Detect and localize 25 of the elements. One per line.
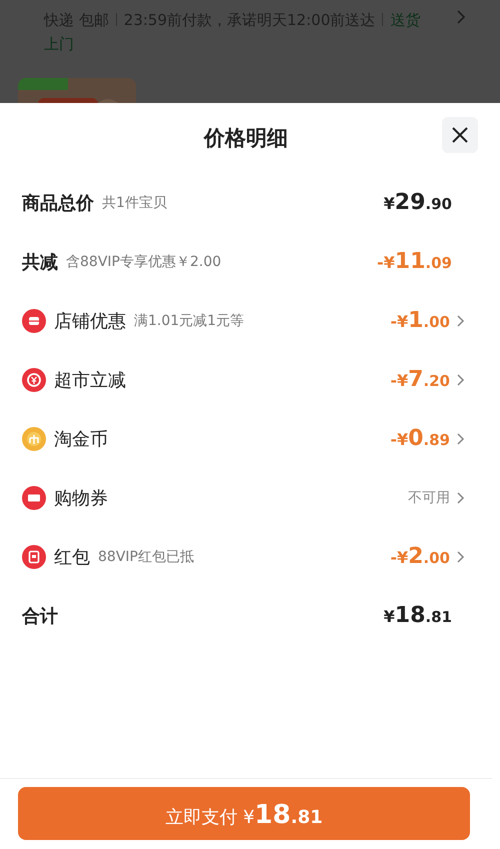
pay-button[interactable]: 立即支付 ¥18.81 xyxy=(18,787,470,840)
chevron-icon xyxy=(456,10,466,24)
amount: -¥0.89 xyxy=(390,426,450,451)
status-text: 不可用 xyxy=(408,488,450,506)
amount: -¥1.00 xyxy=(390,308,450,333)
row-label: 共减 xyxy=(22,250,58,274)
row-note: 含88VIP专享优惠￥2.00 xyxy=(66,252,222,270)
row-label: 红包 xyxy=(54,546,90,568)
row-label: 合计 xyxy=(22,604,58,628)
row-label: 购物券 xyxy=(54,486,108,510)
amount: ¥18.81 xyxy=(384,603,452,628)
close-icon xyxy=(451,126,469,144)
amount: -¥2.00 xyxy=(390,544,450,569)
row-label: 店铺优惠 xyxy=(54,310,126,332)
amount: -¥7.20 xyxy=(390,367,450,392)
row-label: 超市立减 xyxy=(54,368,126,392)
row-note: 满1.01元减1元等 xyxy=(134,312,244,330)
amount: ¥29.90 xyxy=(384,190,452,215)
sheet-title: 价格明细 xyxy=(204,125,288,152)
amount: -¥11.09 xyxy=(377,249,452,274)
row-note: 88VIP红包已抵 xyxy=(98,548,194,566)
row-label: 淘金币 xyxy=(54,428,108,450)
row-note: 共1件宝贝 xyxy=(102,194,167,212)
close-button[interactable] xyxy=(442,117,478,153)
row-label: 商品总价 xyxy=(22,192,94,214)
